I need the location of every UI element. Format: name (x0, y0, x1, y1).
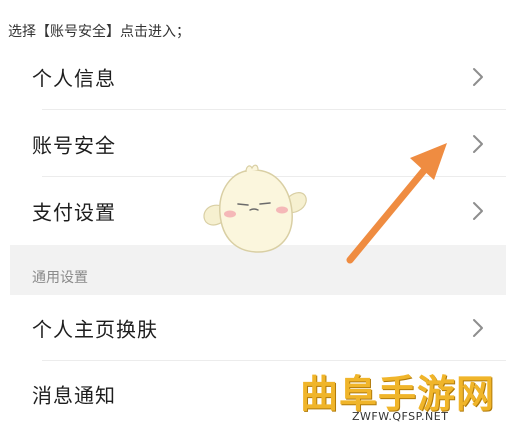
mascot-sticker-icon (203, 164, 307, 253)
chevron-right-icon (473, 68, 483, 86)
menu-item-label: 个人主页换肤 (32, 317, 158, 342)
menu-item-homepage-skin[interactable]: 个人主页换肤 (10, 295, 506, 361)
section-header-label: 通用设置 (32, 270, 88, 286)
menu-item-personal-info[interactable]: 个人信息 (10, 44, 506, 110)
chevron-right-icon (473, 202, 483, 220)
menu-item-label: 个人信息 (32, 66, 116, 91)
menu-item-label: 消息通知 (32, 383, 116, 408)
chevron-right-icon (473, 319, 483, 337)
chevron-right-icon (473, 135, 483, 153)
pointer-arrow-icon (346, 143, 447, 264)
menu-item-label: 账号安全 (32, 133, 116, 158)
divider (42, 109, 506, 110)
menu-item-label: 支付设置 (32, 200, 116, 225)
watermark-url: ZWFW.QFSP.NET (352, 410, 449, 423)
watermark: 曲阜手游网 ZWFW.QFSP.NET (298, 363, 502, 425)
instruction-text: 选择【账号安全】点击进入； (8, 24, 190, 40)
